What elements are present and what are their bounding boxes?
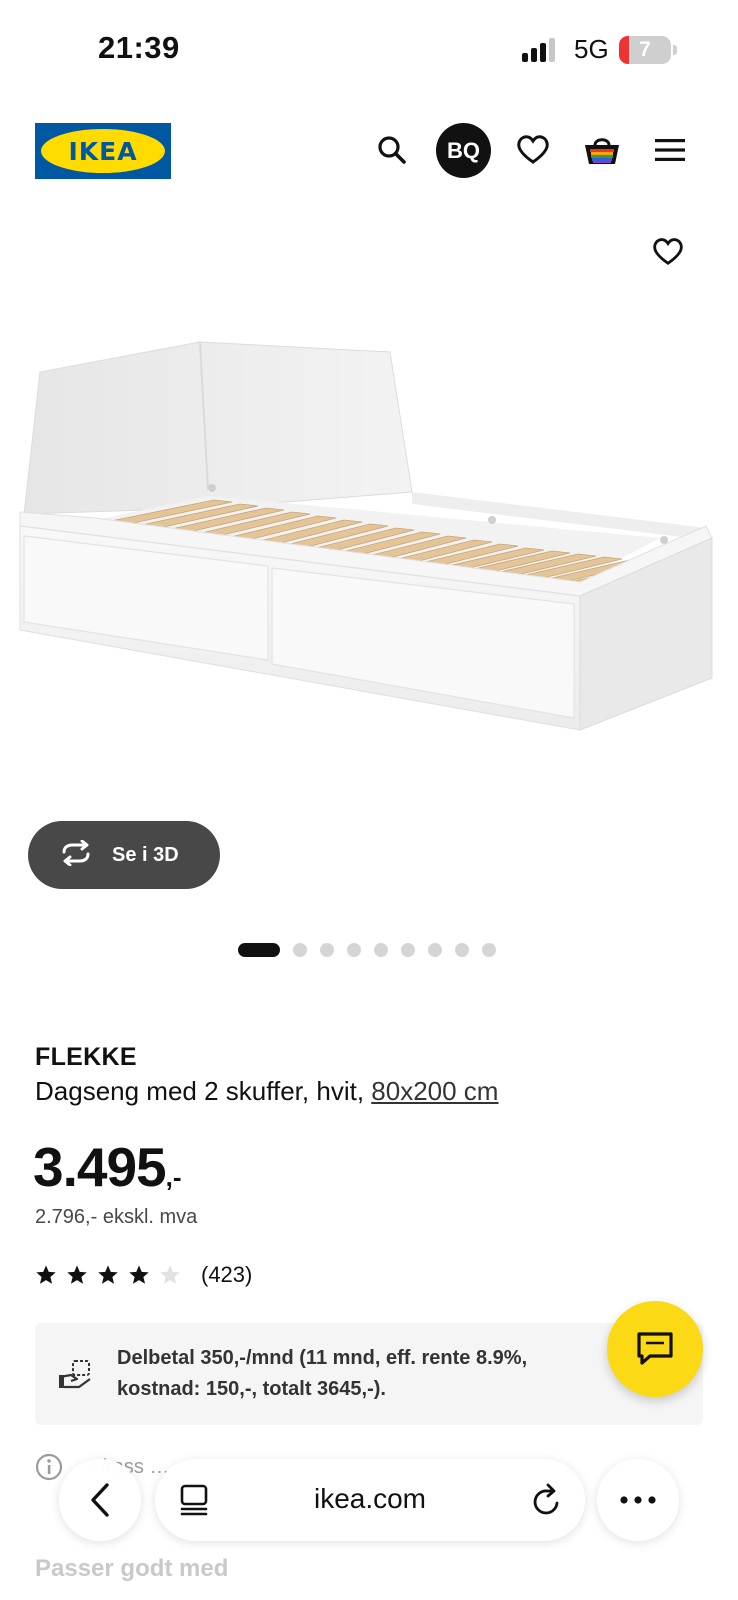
battery-level: 7 — [639, 38, 651, 61]
info-icon — [35, 1453, 63, 1481]
carousel-dot[interactable] — [428, 943, 442, 957]
carousel-dot[interactable] — [293, 943, 307, 957]
rotate-3d-icon — [58, 839, 94, 871]
price-main: 3.495 — [33, 1136, 167, 1198]
carousel-dot[interactable] — [374, 943, 388, 957]
carousel-dot[interactable] — [482, 943, 496, 957]
heart-icon[interactable] — [507, 124, 559, 176]
price-suffix: ,- — [165, 1162, 182, 1192]
rating-stars — [35, 1264, 181, 1286]
favorite-heart-icon[interactable] — [644, 228, 692, 276]
menu-icon[interactable] — [644, 124, 696, 176]
product-description: Dagseng med 2 skuffer, hvit, 80x200 cm — [35, 1076, 498, 1107]
chat-button[interactable] — [607, 1301, 703, 1397]
rating[interactable]: (423) — [35, 1262, 252, 1288]
star-empty-icon — [160, 1265, 180, 1284]
financing-text: Delbetal 350,-/mnd (11 mnd, eff. rente 8… — [117, 1347, 528, 1400]
star-icon — [98, 1265, 118, 1284]
star-icon — [129, 1265, 149, 1284]
more-dots-icon — [620, 1496, 656, 1504]
cart-icon[interactable] — [576, 124, 628, 176]
product-name: FLEKKE — [35, 1043, 137, 1071]
battery-icon: 7 — [619, 36, 671, 64]
financing-banner[interactable]: Delbetal 350,-/mnd (11 mnd, eff. rente 8… — [35, 1323, 703, 1425]
carousel-pagination[interactable] — [238, 943, 496, 957]
back-button[interactable] — [59, 1459, 141, 1541]
review-count[interactable]: (423) — [201, 1262, 252, 1288]
product-image[interactable] — [0, 330, 738, 820]
avatar[interactable]: BQ — [436, 123, 491, 178]
carousel-dot[interactable] — [401, 943, 415, 957]
logo-text: IKEA — [68, 136, 138, 166]
price-ex-vat: 2.796,- ekskl. mva — [35, 1206, 198, 1228]
signal-icon — [522, 38, 555, 62]
address-bar[interactable]: ikea.com — [155, 1459, 585, 1541]
carousel-dot[interactable] — [238, 943, 280, 957]
status-bar: 21:39 5G 7 — [0, 0, 738, 100]
chat-icon — [637, 1332, 673, 1365]
installment-icon — [57, 1357, 93, 1391]
reload-icon[interactable] — [531, 1483, 563, 1522]
product-price: 3.495,- — [33, 1135, 182, 1199]
network-label: 5G — [574, 34, 609, 64]
carousel-dot[interactable] — [347, 943, 361, 957]
size-link[interactable]: 80x200 cm — [371, 1076, 498, 1106]
product-type: Dagseng med 2 skuffer, hvit, — [35, 1076, 365, 1106]
section-heading: Passer godt med — [35, 1555, 229, 1582]
carousel-dot[interactable] — [320, 943, 334, 957]
chevron-left-icon — [91, 1483, 109, 1517]
battery-tip — [673, 45, 677, 55]
view-3d-button[interactable]: Se i 3D — [28, 821, 220, 889]
star-icon — [36, 1265, 56, 1284]
ikea-logo[interactable]: IKEA — [35, 123, 171, 179]
view-3d-label: Se i 3D — [112, 843, 179, 866]
status-time: 21:39 — [98, 30, 180, 65]
url-text[interactable]: ikea.com — [155, 1483, 585, 1515]
search-icon[interactable] — [366, 124, 418, 176]
star-icon — [67, 1265, 87, 1284]
carousel-dot[interactable] — [455, 943, 469, 957]
more-button[interactable] — [597, 1459, 679, 1541]
